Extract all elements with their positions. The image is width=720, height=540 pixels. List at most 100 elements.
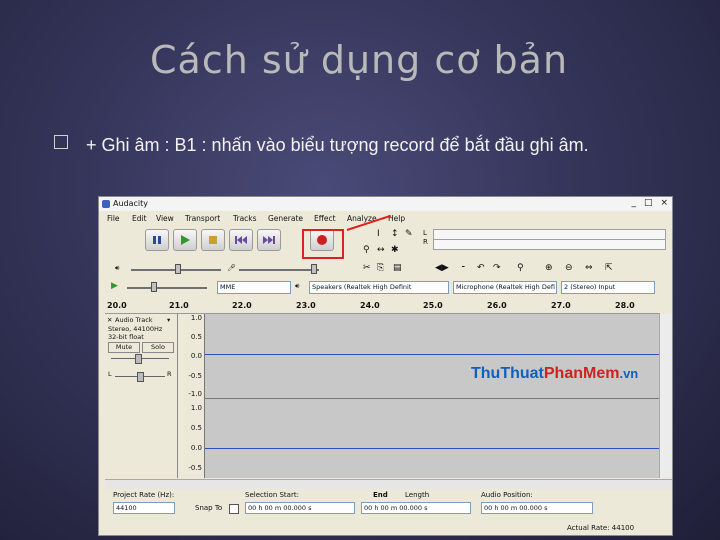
skip-end-button[interactable]: [257, 229, 281, 251]
input-device-select[interactable]: Microphone (Realtek High Defi: [453, 281, 557, 294]
track-control-panel: ✕ Audio Track ▾ Stereo, 44100Hz 32-bit f…: [105, 314, 178, 478]
menu-effect[interactable]: Effect: [314, 214, 336, 223]
meter-right-label: R: [423, 238, 428, 246]
output-device-select[interactable]: Speakers (Realtek High Definit: [309, 281, 449, 294]
scale-label: -0.5: [188, 464, 202, 472]
envelope-tool-icon[interactable]: ↕: [391, 229, 399, 239]
selection-start-field[interactable]: 00 h 00 m 00.000 s: [245, 502, 355, 514]
mic-icon: 🎤︎: [227, 264, 236, 272]
menu-generate[interactable]: Generate: [268, 214, 303, 223]
level-meter: L R: [421, 229, 666, 253]
ruler-tick: 26.0: [487, 301, 507, 310]
input-volume-knob[interactable]: [311, 264, 317, 274]
fit-selection-icon[interactable]: ⇔: [585, 263, 593, 273]
project-rate-label: Project Rate (Hz):: [113, 491, 175, 499]
menu-edit[interactable]: Edit: [132, 214, 147, 223]
watermark-part1: ThuThuat: [471, 365, 544, 382]
input-channels-select[interactable]: 2 (Stereo) Input: [561, 281, 655, 294]
select-tool-icon[interactable]: I: [377, 229, 380, 239]
menu-view[interactable]: View: [156, 214, 174, 223]
play-at-speed-icon[interactable]: ▶: [111, 281, 118, 291]
undo-icon[interactable]: ↶: [477, 263, 485, 273]
skip-start-icon: [235, 236, 247, 244]
watermark-part2: PhanMem: [543, 365, 620, 382]
play-icon: [181, 235, 190, 245]
gain-knob[interactable]: [135, 354, 142, 364]
scale-label: 0.5: [190, 333, 202, 341]
skip-start-button[interactable]: [229, 229, 253, 251]
meter-bar-right[interactable]: [433, 239, 666, 250]
track-name-button[interactable]: Audio Track: [115, 316, 153, 324]
stop-button[interactable]: [201, 229, 225, 251]
multi-tool-icon[interactable]: ✱: [391, 245, 399, 255]
title-bar: Audacity _ □ ×: [99, 197, 672, 212]
host-select[interactable]: MME: [217, 281, 291, 294]
fit-project-icon[interactable]: ⇱: [605, 263, 613, 273]
audio-track: ✕ Audio Track ▾ Stereo, 44100Hz 32-bit f…: [105, 314, 660, 478]
waveform-area[interactable]: [205, 314, 660, 478]
chevron-down-icon[interactable]: ▾: [167, 316, 170, 324]
track-close-icon[interactable]: ✕: [107, 316, 112, 324]
slide-title: Cách sử dụng cơ bản: [150, 38, 569, 82]
vertical-scrollbar[interactable]: [659, 314, 672, 478]
selection-end-field[interactable]: 00 h 00 m 00.000 s: [361, 502, 471, 514]
minimize-button[interactable]: _: [631, 198, 636, 208]
menu-tracks[interactable]: Tracks: [233, 214, 257, 223]
play-button[interactable]: [173, 229, 197, 251]
silence-icon[interactable]: ⁃: [461, 263, 466, 273]
bullet-icon: [54, 135, 68, 149]
snap-to-checkbox[interactable]: [229, 504, 239, 514]
scale-label: -1.0: [188, 390, 202, 398]
ruler-tick: 25.0: [423, 301, 443, 310]
project-rate-select[interactable]: 44100: [113, 502, 175, 514]
menu-file[interactable]: File: [107, 214, 120, 223]
play-speed-knob[interactable]: [151, 282, 157, 292]
mute-button[interactable]: Mute: [108, 342, 140, 353]
track-format: Stereo, 44100Hz: [108, 325, 163, 333]
cut-icon[interactable]: ✂: [363, 263, 371, 273]
length-radio-label[interactable]: Length: [405, 491, 429, 499]
solo-button[interactable]: Solo: [142, 342, 174, 353]
timeshift-tool-icon[interactable]: ↔: [377, 245, 385, 255]
timeline-ruler[interactable]: 20.0 21.0 22.0 23.0 24.0 25.0 26.0 27.0 …: [105, 299, 660, 314]
end-radio-label[interactable]: End: [373, 491, 388, 499]
menu-transport[interactable]: Transport: [185, 214, 220, 223]
sync-lock-icon[interactable]: ⚲: [517, 263, 524, 273]
watermark-logo: ThuThuatPhanMem.vn: [471, 365, 638, 383]
copy-icon[interactable]: ⎘: [377, 263, 384, 273]
amplitude-scale: 1.0 0.5 0.0 -0.5 -1.0 1.0 0.5 0.0 -0.5: [178, 314, 205, 478]
window-title: Audacity: [113, 199, 149, 208]
scale-label: 1.0: [190, 404, 202, 412]
draw-tool-icon[interactable]: ✎: [405, 229, 413, 239]
audacity-window: Audacity _ □ × File Edit View Transport …: [98, 196, 673, 536]
output-volume-knob[interactable]: [175, 264, 181, 274]
pan-knob[interactable]: [137, 372, 144, 382]
redo-icon[interactable]: ↷: [493, 263, 501, 273]
close-button[interactable]: ×: [660, 198, 668, 208]
ruler-tick: 24.0: [360, 301, 380, 310]
ruler-tick: 23.0: [296, 301, 316, 310]
output-speaker-icon: 🔊︎: [295, 282, 300, 290]
zoom-out-icon[interactable]: ⊖: [565, 263, 573, 273]
selection-start-label: Selection Start:: [245, 491, 299, 499]
audacity-icon: [102, 200, 110, 208]
waveform-channel-left: [205, 354, 660, 355]
input-volume-slider[interactable]: [239, 269, 319, 271]
scale-label: 0.0: [190, 444, 202, 452]
zoom-tool-icon[interactable]: ⚲: [363, 245, 370, 255]
play-speed-slider[interactable]: [127, 287, 207, 289]
tools-toolbar: I ↕ ✎ ⚲ ↔ ✱: [357, 227, 417, 261]
mixer-toolbar: 🔊︎ 🎤︎ ✂ ⎘ ▤ ◀▶ ⁃ ↶ ↷ ⚲ ⊕ ⊖ ⇔ ⇱: [105, 263, 666, 277]
device-toolbar: ▶ MME 🔊︎ Speakers (Realtek High Definit …: [105, 281, 666, 295]
ruler-tick: 28.0: [615, 301, 635, 310]
pause-button[interactable]: [145, 229, 169, 251]
ruler-tick: 27.0: [551, 301, 571, 310]
maximize-button[interactable]: □: [644, 198, 653, 208]
ruler-tick: 22.0: [232, 301, 252, 310]
zoom-in-icon[interactable]: ⊕: [545, 263, 553, 273]
trim-icon[interactable]: ◀▶: [435, 263, 449, 273]
selection-toolbar: Project Rate (Hz): 44100 Snap To Selecti…: [99, 489, 672, 535]
paste-icon[interactable]: ▤: [393, 263, 402, 273]
stop-icon: [209, 236, 217, 244]
audio-position-field[interactable]: 00 h 00 m 00.000 s: [481, 502, 593, 514]
